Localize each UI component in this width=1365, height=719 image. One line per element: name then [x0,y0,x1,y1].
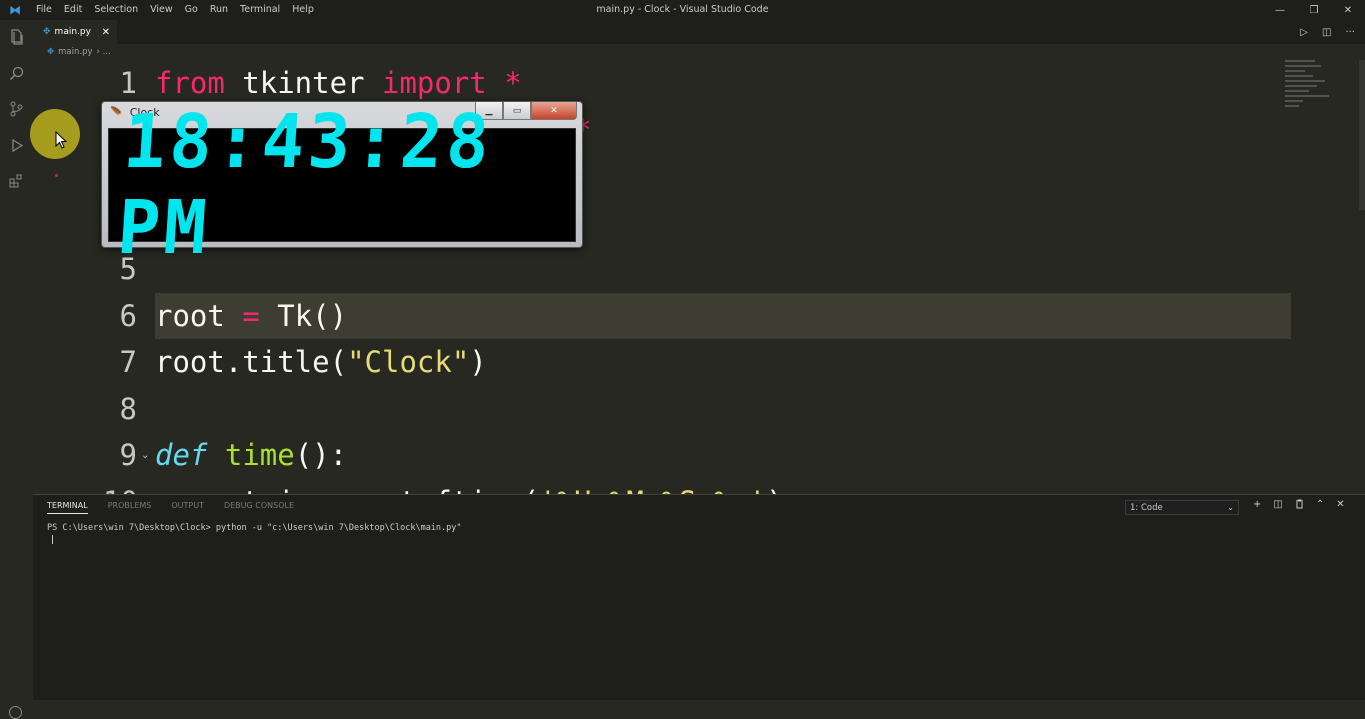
menu-go[interactable]: Go [179,0,204,20]
kill-terminal-icon[interactable] [1295,499,1304,512]
activity-bar [0,20,33,719]
menu-bar: File Edit Selection View Go Run Terminal… [30,0,320,20]
tab-problems[interactable]: PROBLEMS [108,501,152,514]
code-text: string = strftime('%H:%M:%S %p') [155,479,784,495]
line-number: 8 [119,391,137,426]
code-token: "Clock" [347,345,470,379]
run-file-icon[interactable]: ▷ [1300,27,1308,38]
code-line[interactable]: 7 root.title("Clock") [33,339,1293,385]
editor-tabs: ✥ main.py ✕ ▷ ◫ ··· [33,20,1365,44]
code-token: def [155,438,208,472]
run-debug-icon[interactable] [0,130,33,160]
breadcrumb-file[interactable]: main.py [58,47,92,57]
editor-scrollbar[interactable] [1359,60,1365,210]
breadcrumb-sep[interactable]: › ... [97,47,111,57]
account-icon[interactable] [9,706,22,719]
menu-file[interactable]: File [30,0,58,20]
python-file-icon: ✥ [43,27,51,37]
close-button[interactable]: ✕ [1331,0,1365,20]
code-token: = [242,298,260,333]
bottom-panel: TERMINAL PROBLEMS OUTPUT DEBUG CONSOLE 1… [33,494,1365,700]
terminal-select[interactable]: 1: Code ⌄ [1125,500,1239,515]
code-token: * [504,66,522,100]
code-token: Tk() [259,298,348,333]
panel-actions: + ◫ ⌃ ✕ [1253,499,1345,512]
code-text: root.title("Clock") [155,339,487,385]
minimize-button[interactable]: — [1263,0,1297,20]
code-token: tkinter [224,66,382,100]
new-terminal-icon[interactable]: + [1253,499,1261,512]
clock-window[interactable]: 🪶 Clock ▁ ▭ ✕ 18:43:28 PM [101,99,583,271]
code-token: '%H:%M:%S %p' [539,485,766,495]
line-number: 7 [119,345,137,379]
line-number: 10 [103,479,138,495]
minimap[interactable] [1285,60,1345,120]
line-number: 6 [119,298,137,333]
menu-run[interactable]: Run [204,0,234,20]
code-token: time [224,438,295,472]
menu-help[interactable]: Help [286,0,320,20]
close-panel-icon[interactable]: ✕ [1336,499,1344,512]
search-icon[interactable] [0,58,33,88]
editor-actions: ▷ ◫ ··· [1300,20,1355,44]
menu-selection[interactable]: Selection [88,0,144,20]
menu-terminal[interactable]: Terminal [234,0,286,20]
code-text: def time(): [155,432,347,478]
line-number: 9 [119,438,137,472]
code-token: ) [469,345,487,379]
tab-main-py[interactable]: ✥ main.py ✕ [33,20,117,44]
chevron-down-icon: ⌄ [1227,503,1234,512]
feather-icon: 🪶 [110,106,124,119]
python-file-icon: ✥ [47,47,55,57]
vscode-logo-icon: ⧓ [9,3,21,17]
fold-chevron-icon[interactable]: ⌄ [141,450,149,461]
code-token: (): [294,438,348,472]
tab-label: main.py [54,27,91,37]
extensions-icon[interactable] [0,166,33,196]
source-control-icon[interactable] [0,94,33,124]
terminal-output[interactable]: PS C:\Users\win 7\Desktop\Clock> python … [47,523,462,533]
code-line[interactable]: 8 [33,386,1293,432]
code-token: import [381,66,487,100]
tab-debug-console[interactable]: DEBUG CONSOLE [224,501,294,514]
breadcrumb: ✥ main.py › ... [47,44,111,60]
menu-edit[interactable]: Edit [58,0,88,20]
clock-time: 18:43:28 PM [114,99,496,271]
panel-tabs: TERMINAL PROBLEMS OUTPUT DEBUG CONSOLE [47,501,294,514]
window-controls: — ❐ ✕ [1263,0,1365,20]
more-actions-icon[interactable]: ··· [1345,27,1355,38]
code-token: root [155,298,243,333]
terminal-select-value: 1: Code [1130,502,1163,513]
tab-output[interactable]: OUTPUT [171,501,204,514]
title-bar: ⧓ File Edit Selection View Go Run Termin… [0,0,1365,20]
tab-close-icon[interactable]: ✕ [102,27,110,38]
code-line[interactable]: 10 string = strftime('%H:%M:%S %p') [33,479,1293,495]
code-line[interactable]: 6 root = Tk() [33,293,1293,339]
restore-button[interactable]: ❐ [1297,0,1331,20]
explorer-icon[interactable] [0,22,33,52]
split-terminal-icon[interactable]: ◫ [1273,499,1282,512]
terminal-cursor [52,535,53,544]
maximize-panel-icon[interactable]: ⌃ [1316,499,1324,512]
split-editor-icon[interactable]: ◫ [1322,27,1331,38]
tab-terminal[interactable]: TERMINAL [47,501,88,514]
code-text: root = Tk() [155,293,347,339]
code-line[interactable]: 9 def time(): [33,432,1293,478]
code-token: ) [766,485,783,495]
code-token: from [155,66,225,100]
code-token: root.title( [155,345,348,379]
code-token: string = strftime( [155,485,539,495]
menu-view[interactable]: View [144,0,179,20]
clock-display: 18:43:28 PM [108,99,576,271]
